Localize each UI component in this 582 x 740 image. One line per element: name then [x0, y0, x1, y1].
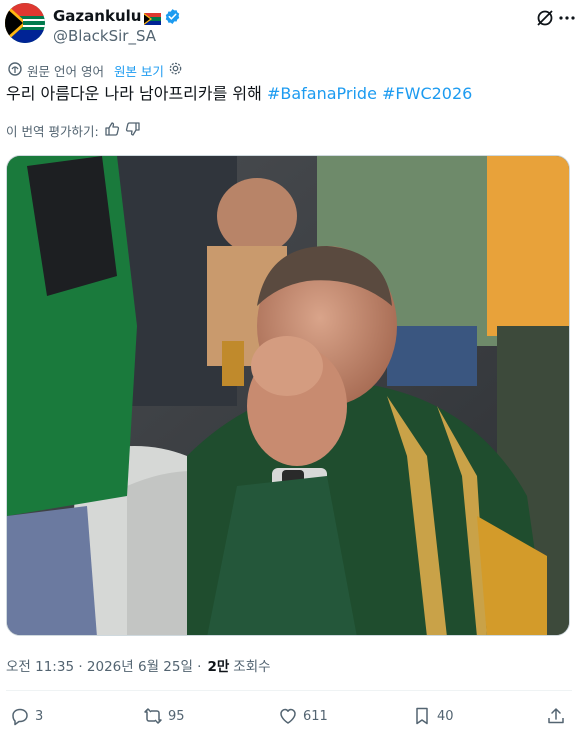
thumbs-down-icon[interactable]	[125, 121, 141, 140]
video-frame-image	[7, 156, 569, 635]
hashtag-fwc2026[interactable]: #FWC2026	[382, 84, 472, 103]
translate-icon	[7, 61, 23, 80]
display-name[interactable]: Gazankulu	[53, 7, 141, 25]
rate-translation: 이 번역 평가하기:	[6, 120, 141, 140]
share-icon	[548, 708, 564, 724]
bookmark-icon	[416, 707, 428, 725]
bookmark-count: 40	[437, 708, 454, 724]
translation-note: 원문 언어 영어	[27, 63, 104, 79]
avatar[interactable]	[5, 3, 45, 43]
views-count: 2만	[207, 659, 230, 675]
tweet-timestamp[interactable]: 오전 11:35 · 2026년 6월 25일 ·	[6, 655, 201, 675]
like-count: 611	[303, 708, 328, 724]
bookmark-button[interactable]: 40	[412, 702, 454, 730]
tweet-meta: 오전 11:35 · 2026년 6월 25일 · 2만 조회수	[6, 655, 271, 675]
tweet-body: 우리 아름다운 나라 남아프리카를 위해	[6, 84, 267, 103]
tweet-video[interactable]	[6, 155, 570, 636]
tweet-header: Gazankulu @BlackSir_SA	[5, 3, 577, 47]
user-handle[interactable]: @BlackSir_SA	[53, 27, 156, 45]
repost-count: 95	[168, 708, 185, 724]
rate-translation-label: 이 번역 평가하기:	[6, 123, 99, 139]
settings-gear-icon[interactable]	[168, 61, 183, 79]
south-africa-flag-icon	[144, 10, 162, 25]
divider	[6, 690, 572, 691]
repost-button[interactable]: 95	[143, 702, 185, 730]
tweet-text: 우리 아름다운 나라 남아프리카를 위해 #BafanaPride #FWC20…	[6, 83, 472, 105]
translation-bar: 원문 언어 영어 원본 보기	[7, 60, 183, 80]
reply-count: 3	[35, 708, 44, 724]
repost-icon	[144, 708, 162, 724]
reply-button[interactable]: 3	[10, 702, 43, 730]
reply-icon	[12, 708, 28, 726]
share-button[interactable]	[546, 702, 566, 730]
thumbs-up-icon[interactable]	[104, 121, 120, 140]
like-button[interactable]: 611	[278, 702, 328, 730]
more-options-icon[interactable]	[557, 8, 577, 28]
grok-icon[interactable]	[535, 8, 555, 28]
verified-badge-icon[interactable]	[164, 8, 181, 25]
show-original-link[interactable]: 원본 보기	[114, 61, 164, 80]
views-label: 조회수	[233, 659, 271, 675]
hashtag-bafanapride[interactable]: #BafanaPride	[267, 84, 377, 103]
action-bar: 3 95 611 40	[0, 702, 582, 730]
heart-icon	[280, 708, 296, 724]
